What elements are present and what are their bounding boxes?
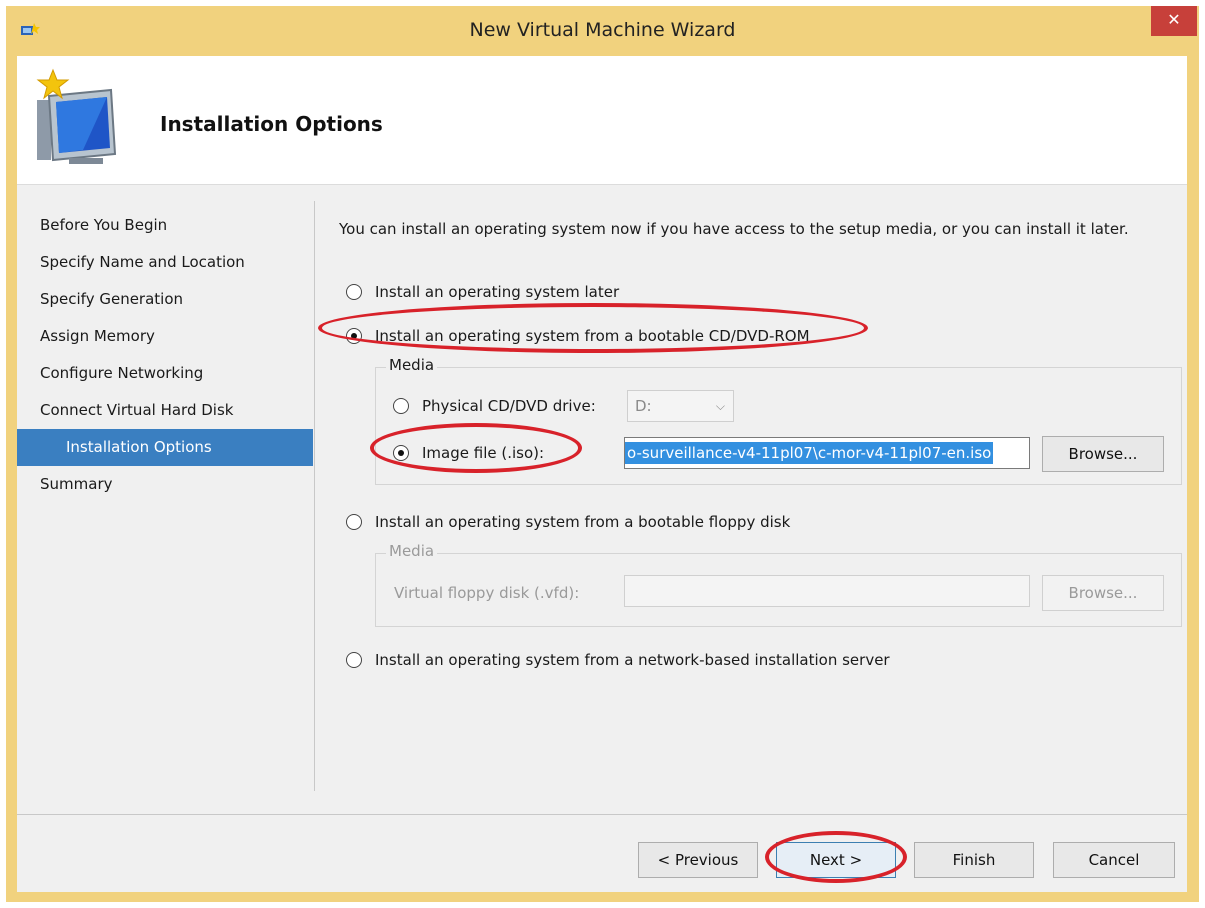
- install-floppy-label: Install an operating system from a boota…: [375, 513, 791, 531]
- install-cd-radio[interactable]: [346, 328, 362, 344]
- option-install-cd[interactable]: Install an operating system from a boota…: [346, 323, 810, 349]
- main-content: You can install an operating system now …: [337, 56, 1182, 816]
- nav-item-assign-memory[interactable]: Assign Memory: [17, 318, 313, 355]
- floppy-media-legend: Media: [386, 542, 438, 560]
- install-network-radio[interactable]: [346, 652, 362, 668]
- nav-item-specify-name-location[interactable]: Specify Name and Location: [17, 244, 313, 281]
- install-floppy-radio[interactable]: [346, 514, 362, 530]
- image-file-radio[interactable]: [393, 445, 409, 461]
- cancel-button[interactable]: Cancel: [1053, 842, 1175, 878]
- previous-button[interactable]: < Previous: [638, 842, 758, 878]
- install-later-radio[interactable]: [346, 284, 362, 300]
- option-image-file[interactable]: Image file (.iso):: [393, 440, 544, 466]
- option-physical-drive[interactable]: Physical CD/DVD drive:: [393, 393, 596, 419]
- title-bar: New Virtual Machine Wizard ✕: [6, 6, 1199, 56]
- wizard-window: New Virtual Machine Wizard ✕ Installatio…: [6, 6, 1199, 902]
- browse-iso-button[interactable]: Browse...: [1042, 436, 1164, 472]
- finish-button[interactable]: Finish: [914, 842, 1034, 878]
- option-install-later[interactable]: Install an operating system later: [346, 279, 619, 305]
- close-button[interactable]: ✕: [1151, 6, 1197, 36]
- vfd-path-input[interactable]: [624, 575, 1030, 607]
- physical-drive-radio[interactable]: [393, 398, 409, 414]
- nav-item-configure-networking[interactable]: Configure Networking: [17, 355, 313, 392]
- drive-select-value: D:: [635, 397, 652, 415]
- install-cd-label: Install an operating system from a boota…: [375, 327, 810, 345]
- cd-media-legend: Media: [386, 356, 438, 374]
- image-file-path-input[interactable]: o-surveillance-v4-11pl07\c-mor-v4-11pl07…: [624, 437, 1030, 469]
- nav-item-installation-options[interactable]: Installation Options: [17, 429, 313, 466]
- nav-item-summary[interactable]: Summary: [17, 466, 313, 503]
- wizard-client: Installation Options Before You Begin Sp…: [17, 56, 1187, 892]
- browse-vfd-button[interactable]: Browse...: [1042, 575, 1164, 611]
- footer-divider: [17, 814, 1187, 815]
- chevron-down-icon: ⌵: [715, 399, 725, 413]
- drive-select[interactable]: D: ⌵: [627, 390, 734, 422]
- window-title: New Virtual Machine Wizard: [469, 19, 736, 41]
- new-vm-monitor-icon: [36, 68, 117, 164]
- option-install-network[interactable]: Install an operating system from a netwo…: [346, 647, 890, 673]
- vfd-label: Virtual floppy disk (.vfd):: [394, 584, 580, 602]
- image-file-path-value: o-surveillance-v4-11pl07\c-mor-v4-11pl07…: [625, 442, 994, 464]
- option-install-floppy[interactable]: Install an operating system from a boota…: [346, 509, 790, 535]
- wizard-steps-nav: Before You Begin Specify Name and Locati…: [17, 207, 313, 503]
- physical-drive-label: Physical CD/DVD drive:: [422, 397, 596, 415]
- nav-item-connect-virtual-hard-disk[interactable]: Connect Virtual Hard Disk: [17, 392, 313, 429]
- install-later-label: Install an operating system later: [375, 283, 620, 301]
- install-network-label: Install an operating system from a netwo…: [375, 651, 890, 669]
- vertical-divider: [314, 201, 315, 791]
- image-file-label: Image file (.iso):: [422, 444, 545, 462]
- nav-item-before-you-begin[interactable]: Before You Begin: [17, 207, 313, 244]
- intro-text: You can install an operating system now …: [339, 220, 1129, 238]
- nav-item-specify-generation[interactable]: Specify Generation: [17, 281, 313, 318]
- next-button[interactable]: Next >: [776, 842, 896, 878]
